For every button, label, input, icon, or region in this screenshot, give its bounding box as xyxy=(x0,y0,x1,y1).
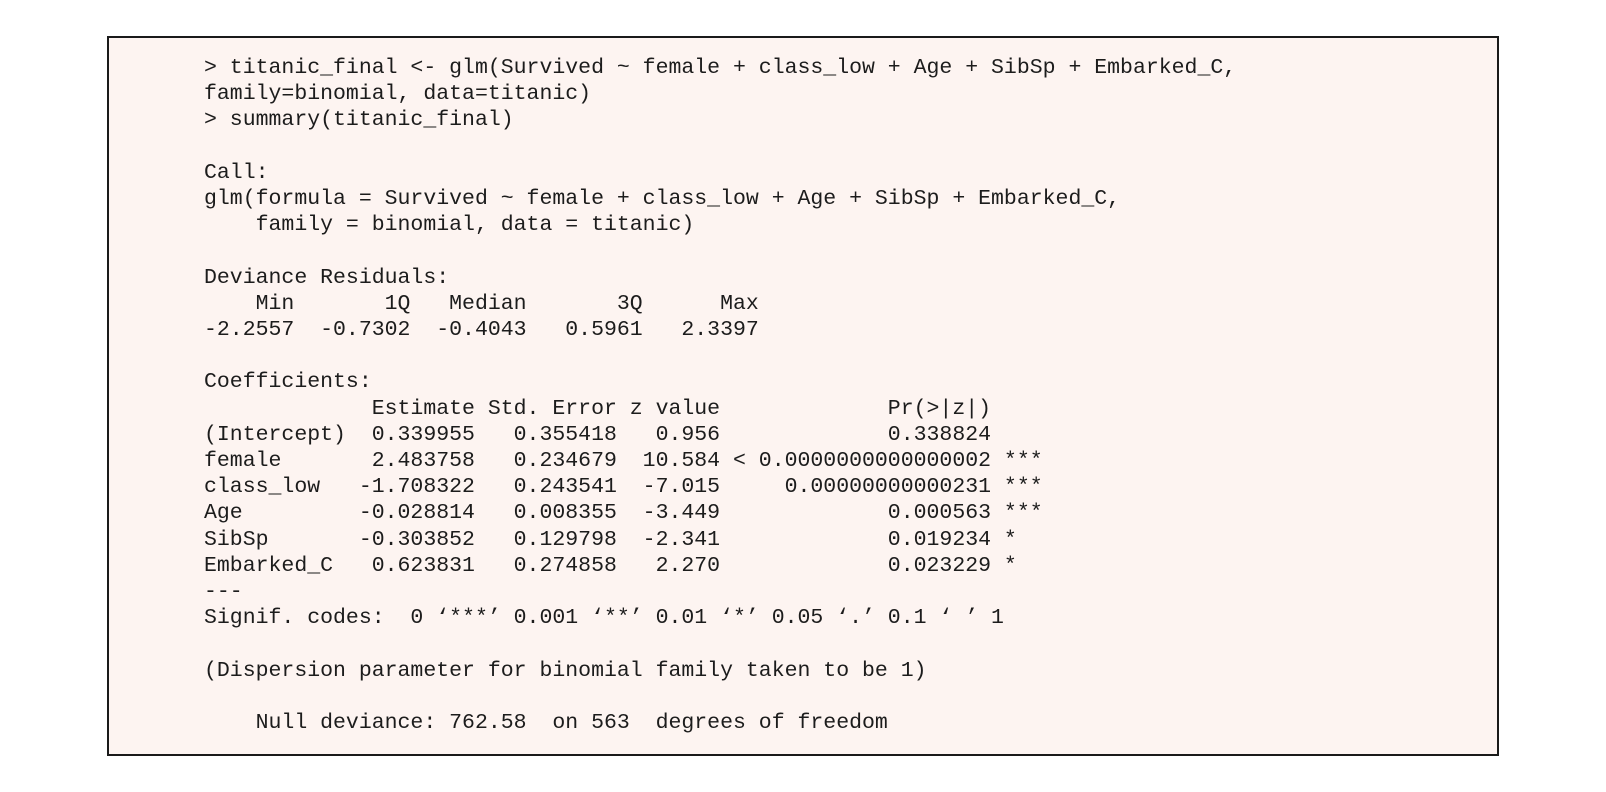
coefficients-header-row: Estimate Std. Error z value Pr(>|z|) xyxy=(204,396,992,421)
deviance-residuals-heading: Deviance Residuals: xyxy=(204,265,450,290)
call-formula-continued: family = binomial, data = titanic) xyxy=(204,213,695,238)
deviance-residuals-header-row: Min 1Q Median 3Q Max xyxy=(204,291,759,316)
coefficient-row-embarked-c: Embarked_C 0.623831 0.274858 2.270 0.023… xyxy=(204,553,1017,578)
call-heading: Call: xyxy=(204,160,269,185)
deviance-residuals-values-row: -2.2557 -0.7302 -0.4043 0.5961 2.3397 xyxy=(204,318,759,342)
coefficient-row-sibsp: SibSp -0.303852 0.129798 -2.341 0.019234… xyxy=(204,527,1017,552)
coefficient-row-age: Age -0.028814 0.008355 -3.449 0.000563 *… xyxy=(204,501,1043,526)
call-formula: glm(formula = Survived ~ female + class_… xyxy=(204,187,1121,211)
console-text: > titanic_final <- glm(Survived ~ female… xyxy=(204,55,1236,736)
signif-codes-line: Signif. codes: 0 ‘***’ 0.001 ‘**’ 0.01 ‘… xyxy=(204,606,1004,631)
coefficient-row-intercept: (Intercept) 0.339955 0.355418 0.956 0.33… xyxy=(204,422,992,447)
r-console-output: > titanic_final <- glm(Survived ~ female… xyxy=(107,36,1499,756)
separator-line: --- xyxy=(204,580,243,605)
dispersion-note: (Dispersion parameter for binomial famil… xyxy=(204,658,927,683)
coefficients-heading: Coefficients: xyxy=(204,370,372,395)
null-deviance-line: Null deviance: 762.58 on 563 degrees of … xyxy=(204,711,888,735)
coefficient-row-class-low: class_low -1.708322 0.243541 -7.015 0.00… xyxy=(204,475,1043,500)
command-line-glm-continued: family=binomial, data=titanic) xyxy=(204,82,592,107)
coefficient-row-female: female 2.483758 0.234679 10.584 < 0.0000… xyxy=(204,449,1043,473)
command-line-glm: > titanic_final <- glm(Survived ~ female… xyxy=(204,56,1237,80)
command-line-summary: > summary(titanic_final) xyxy=(204,108,514,133)
